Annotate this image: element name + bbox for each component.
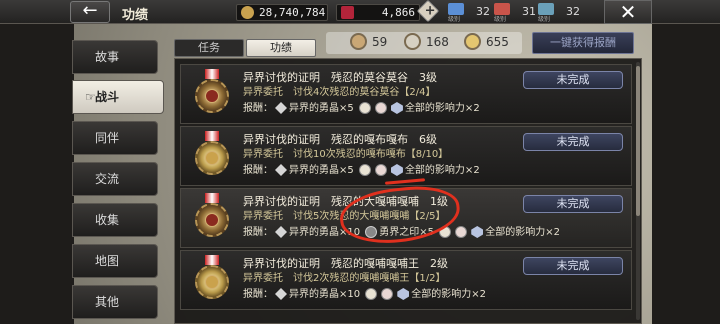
sidebar-item-label: 收集 xyxy=(95,213,120,227)
grade-label: 级别 xyxy=(538,16,551,23)
sidebar-item-story[interactable]: 故事 xyxy=(72,40,158,74)
sidebar-item-map[interactable]: 地图 xyxy=(72,244,158,278)
reward-item: 异界的勇晶×5 xyxy=(289,165,354,176)
list-item: 异界讨伐的证明 残忍的莫谷莫谷 3级 异界委托 讨伐4次残忍的莫谷莫谷【2/4】… xyxy=(180,64,632,124)
grade-value: 32 xyxy=(566,5,580,18)
scrollbar-thumb[interactable] xyxy=(636,66,640,216)
face-icon xyxy=(455,226,468,238)
sidebar-item-label: 地图 xyxy=(95,254,120,268)
reward-line: 报酬： 异界的勇晶×5 全部的影响力×2 xyxy=(243,99,480,114)
sidebar-item-social[interactable]: 交流 xyxy=(72,162,158,196)
coin-icon xyxy=(241,6,254,19)
gold-medal-icon xyxy=(193,255,231,307)
reward-item: 全部的影响力×2 xyxy=(404,103,480,114)
sidebar-item-label: 故事 xyxy=(95,50,120,64)
reward-item: 全部的影响力×2 xyxy=(411,289,487,300)
back-button[interactable]: ← xyxy=(70,1,110,23)
gold-medal-icon xyxy=(464,33,481,50)
reward-label: 报酬： xyxy=(243,289,273,300)
grade-value: 31 xyxy=(522,5,536,18)
sidebar-item-label: 其他 xyxy=(95,295,120,309)
crystal-icon xyxy=(275,102,287,114)
tab-quests[interactable]: 任务 xyxy=(174,39,244,57)
achievement-desc: 异界委托 讨伐10次残忍的嘎布嘎布【8/10】 xyxy=(243,149,449,160)
reward-item: 异界的勇晶×5 xyxy=(289,103,354,114)
reward-item: 全部的影响力×2 xyxy=(404,165,480,176)
face-icon xyxy=(374,164,387,176)
count-value: 59 xyxy=(372,35,388,49)
sidebar-item-label: 交流 xyxy=(95,172,120,186)
reward-line: 报酬： 异界的勇晶×5 全部的影响力×2 xyxy=(243,161,480,176)
face-icon xyxy=(381,288,394,300)
gem-icon xyxy=(341,6,354,19)
gold-medal-count: 655 xyxy=(464,33,509,50)
crystal-icon xyxy=(275,164,287,176)
claim-all-rewards-button[interactable]: 一键获得报酬 xyxy=(532,32,634,54)
gem-value: 4,866 xyxy=(381,6,415,19)
emblem-icon xyxy=(390,164,403,176)
face-icon xyxy=(374,102,387,114)
add-gems-icon[interactable] xyxy=(416,0,440,23)
top-bar: ← 功绩 28,740,784 4,866 级别 32 级别 31 级别 32 … xyxy=(0,0,720,24)
list-item: 异界讨伐的证明 残忍的嘎哺嘎哺王 2级 异界委托 讨伐2次残忍的嘎哺嘎哺王【1/… xyxy=(180,250,632,310)
right-edge xyxy=(652,24,720,324)
close-button[interactable]: ✕ xyxy=(604,0,652,24)
face-icon xyxy=(358,102,371,114)
reward-item: 异界的勇晶×10 xyxy=(289,289,361,300)
crystal-icon xyxy=(275,226,287,238)
grade-value: 32 xyxy=(476,5,490,18)
bronze-medal-icon xyxy=(350,33,367,50)
page-title: 功绩 xyxy=(122,8,149,23)
status-button[interactable]: 未完成 xyxy=(523,257,623,275)
count-value: 655 xyxy=(486,35,509,49)
gold-medal-icon xyxy=(193,131,231,183)
bronze-medal-icon xyxy=(193,69,231,121)
gold-value: 28,740,784 xyxy=(259,6,326,19)
emblem-icon xyxy=(397,288,410,300)
face-icon xyxy=(365,288,378,300)
status-button[interactable]: 未完成 xyxy=(523,195,623,213)
gold-counter: 28,740,784 xyxy=(236,4,328,21)
achievement-desc: 异界委托 讨伐2次残忍的嘎哺嘎哺王【1/2】 xyxy=(243,273,446,284)
count-value: 168 xyxy=(426,35,449,49)
sidebar-item-collection[interactable]: 收集 xyxy=(72,203,158,237)
left-edge xyxy=(0,24,74,324)
emblem-icon xyxy=(390,102,403,114)
sidebar-item-label: 同伴 xyxy=(95,131,120,145)
medal-counts: 59 168 655 xyxy=(326,32,522,54)
sidebar-item-battle[interactable]: ☞ 战斗 xyxy=(72,80,164,114)
sidebar-item-companion[interactable]: 同伴 xyxy=(72,121,158,155)
achievement-desc: 异界委托 讨伐4次残忍的莫谷莫谷【2/4】 xyxy=(243,87,436,98)
list-item: 异界讨伐的证明 残忍的嘎布嘎布 6级 异界委托 讨伐10次残忍的嘎布嘎布【8/1… xyxy=(180,126,632,186)
crystal-icon xyxy=(275,288,287,300)
gem-counter: 4,866 xyxy=(336,4,420,21)
pointing-hand-icon: ☞ xyxy=(85,90,96,104)
bronze-medal-icon xyxy=(193,193,231,245)
silver-medal-count: 168 xyxy=(404,33,449,50)
bronze-medal-count: 59 xyxy=(350,33,388,50)
face-icon xyxy=(358,164,371,176)
reward-line: 报酬： 异界的勇晶×10 全部的影响力×2 xyxy=(243,285,486,300)
reward-label: 报酬： xyxy=(243,103,273,114)
sidebar-item-other[interactable]: 其他 xyxy=(72,285,158,319)
status-button[interactable]: 未完成 xyxy=(523,71,623,89)
tab-achievements[interactable]: 功绩 xyxy=(246,39,316,57)
emblem-icon xyxy=(471,226,484,238)
reward-item: 全部的影响力×2 xyxy=(485,227,560,238)
grade-label: 级别 xyxy=(448,16,461,23)
silver-medal-icon xyxy=(404,33,421,50)
grade-label: 级别 xyxy=(494,16,507,23)
sidebar-item-label: 战斗 xyxy=(95,90,120,104)
status-button[interactable]: 未完成 xyxy=(523,133,623,151)
reward-label: 报酬： xyxy=(243,227,273,238)
reward-label: 报酬： xyxy=(243,165,273,176)
